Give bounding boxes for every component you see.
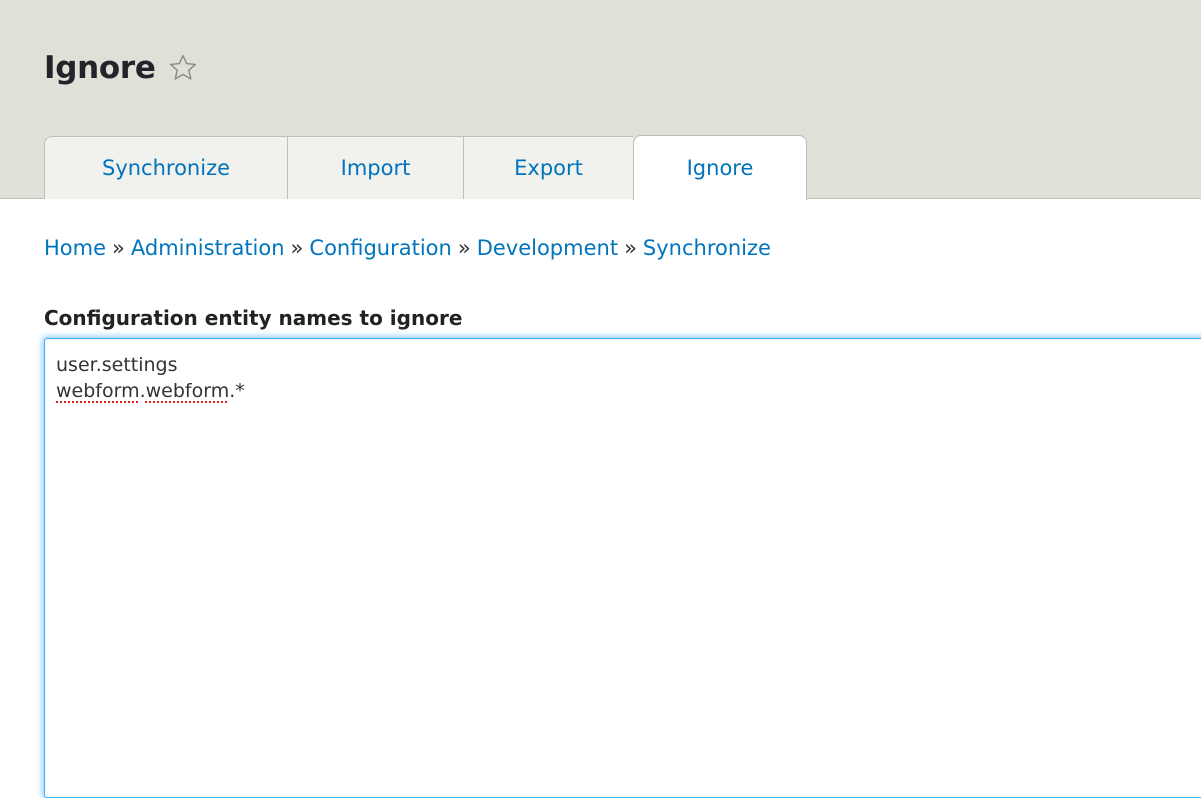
breadcrumb-development[interactable]: Development bbox=[477, 236, 618, 260]
textarea-text: .* bbox=[229, 380, 245, 402]
breadcrumb-home[interactable]: Home bbox=[44, 236, 106, 260]
tab-export[interactable]: Export bbox=[463, 136, 633, 199]
ignore-list-textarea[interactable]: user.settings webform.webform.* bbox=[44, 338, 1201, 798]
textarea-text: user.settings bbox=[56, 354, 178, 376]
star-icon[interactable] bbox=[168, 53, 198, 83]
breadcrumb-separator: » bbox=[624, 236, 637, 260]
breadcrumb-administration[interactable]: Administration bbox=[131, 236, 285, 260]
title-row: Ignore bbox=[44, 50, 198, 86]
textarea-line: user.settings bbox=[56, 352, 1201, 378]
breadcrumb: Home» Administration» Configuration» Develo… bbox=[44, 236, 771, 260]
primary-tabs: Synchronize Import Export Ignore bbox=[44, 135, 807, 200]
ignore-field-label: Configuration entity names to ignore bbox=[44, 306, 463, 330]
tab-import[interactable]: Import bbox=[287, 136, 463, 199]
textarea-line: webform.webform.* bbox=[56, 378, 1201, 404]
breadcrumb-synchronize[interactable]: Synchronize bbox=[643, 236, 771, 260]
breadcrumb-separator: » bbox=[290, 236, 304, 260]
breadcrumb-separator: » bbox=[457, 236, 471, 260]
breadcrumb-separator: » bbox=[112, 236, 125, 260]
tab-synchronize[interactable]: Synchronize bbox=[44, 136, 287, 199]
page-title: Ignore bbox=[44, 50, 156, 86]
misspelled-word: webform bbox=[56, 380, 140, 402]
page-header: Ignore Synchronize Import Export Ignore bbox=[0, 0, 1201, 200]
breadcrumb-configuration[interactable]: Configuration bbox=[309, 236, 451, 260]
misspelled-word: webform bbox=[145, 380, 230, 402]
tab-ignore[interactable]: Ignore bbox=[633, 135, 807, 200]
